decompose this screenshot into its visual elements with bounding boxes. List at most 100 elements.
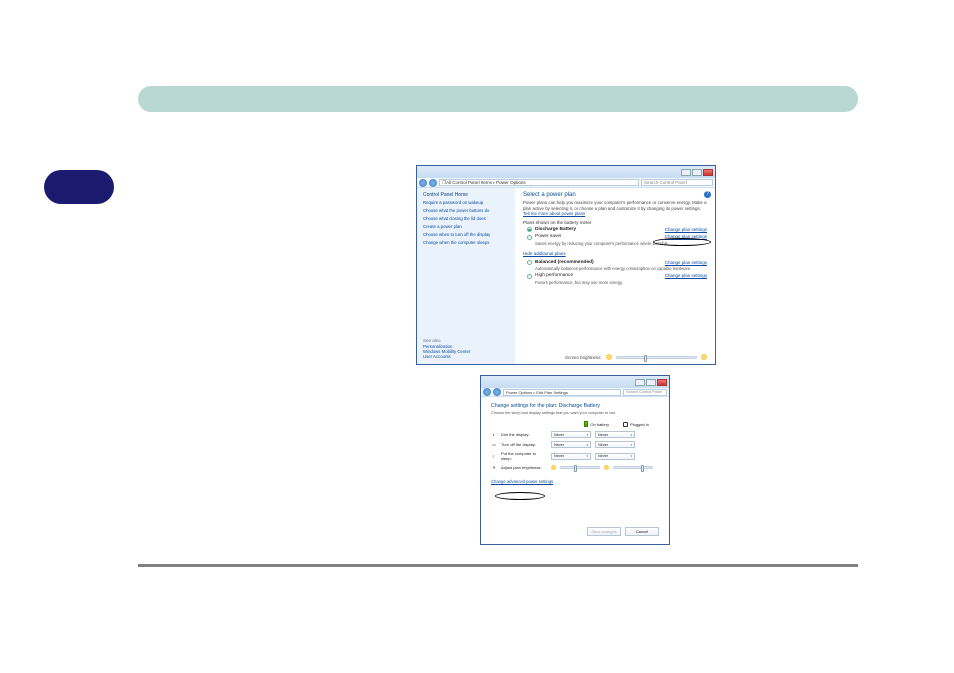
button-row: Save changes Cancel — [587, 527, 659, 536]
search-input[interactable]: Search Control Panel — [623, 389, 667, 396]
hide-additional-plans-link[interactable]: Hide additional plans — [523, 251, 566, 256]
nav-forward-button[interactable] — [429, 179, 437, 187]
slider-thumb[interactable] — [574, 465, 577, 472]
sun-dim-icon — [606, 354, 612, 360]
plan-row-highperf[interactable]: High performance Change plan settings — [527, 273, 707, 279]
plug-icon — [623, 422, 628, 427]
titlebar — [417, 166, 715, 178]
change-plan-settings-link[interactable]: Change plan settings — [665, 260, 707, 265]
sidebar-link[interactable]: Create a power plan — [423, 225, 509, 230]
sleep-icon: ☾ — [491, 453, 497, 459]
sleep-plugged-dropdown[interactable]: Never▾ — [595, 453, 635, 460]
turnoff-plugged-dropdown[interactable]: Never▾ — [595, 441, 635, 448]
brightness-battery-slider[interactable] — [560, 466, 600, 469]
sidebar-link[interactable]: Change when the computer sleeps — [423, 241, 509, 246]
plan-name: Power saver — [535, 234, 562, 239]
sleep-battery-dropdown[interactable]: Never▾ — [551, 453, 591, 460]
setting-row-sleep: ☾ Put the computer to sleep: Never▾ Neve… — [491, 451, 659, 461]
plan-name: High performance — [535, 273, 573, 278]
plan-description: Favors performance, but may use more ene… — [535, 280, 707, 285]
slider-thumb[interactable] — [644, 355, 647, 362]
see-also-link[interactable]: User Accounts — [423, 355, 509, 360]
plans-shown-label: Plans shown on the battery meter — [523, 220, 707, 225]
plan-description: Saves energy by reducing your computer's… — [535, 241, 707, 246]
radio-button[interactable] — [527, 235, 532, 240]
breadcrumb[interactable]: ❐ All Control Panel Items ▸ Power Option… — [439, 179, 639, 186]
minimize-button[interactable] — [635, 379, 645, 386]
chevron-down-icon: ▾ — [630, 433, 632, 437]
slider-thumb[interactable] — [641, 465, 644, 472]
col-battery-label: On battery — [590, 422, 609, 427]
setting-row-turnoff: ▭ Turn off the display: Never▾ Never▾ — [491, 441, 659, 448]
edit-plan-settings-window: Power Options ▸ Edit Plan Settings Searc… — [480, 375, 670, 545]
page-title: Change settings for the plan: Discharge … — [491, 403, 659, 409]
brightness-icon: ☀ — [491, 464, 497, 470]
dim-battery-dropdown[interactable]: Never▾ — [551, 431, 591, 438]
brightness-slider[interactable] — [616, 356, 697, 359]
plan-name: Balanced (recommended) — [535, 260, 594, 265]
sun-dim-icon — [604, 465, 609, 470]
display-off-icon: ▭ — [491, 442, 497, 448]
nav-back-button[interactable] — [483, 388, 491, 396]
setting-label: Turn off the display: — [501, 442, 547, 447]
breadcrumb-segment[interactable]: All Control Panel Items — [446, 180, 492, 185]
sidebar-link[interactable]: Choose when to turn off the display — [423, 233, 509, 238]
sidebar-link[interactable]: Require a password on wakeup — [423, 201, 509, 206]
dropdown-value: Never — [554, 454, 564, 458]
plan-row-balanced[interactable]: Balanced (recommended) Change plan setti… — [527, 260, 707, 266]
plan-row-discharge[interactable]: Discharge Battery Change plan settings — [527, 227, 707, 233]
chevron-right-icon: ▸ — [493, 180, 495, 186]
help-icon[interactable]: ? — [704, 191, 711, 198]
breadcrumb-segment[interactable]: Power Options — [496, 180, 526, 185]
dropdown-value: Never — [598, 433, 608, 437]
setting-label: Dim the display: — [501, 432, 547, 437]
plan-row-powersaver[interactable]: Power saver Change plan settings — [527, 234, 707, 240]
radio-button[interactable] — [527, 227, 532, 232]
setting-row-brightness: ☀ Adjust plan brightness: — [491, 464, 659, 470]
col-plugged-label: Plugged in — [630, 422, 649, 427]
brightness-row: Screen brightness: — [565, 354, 707, 360]
close-button[interactable] — [657, 379, 667, 386]
save-changes-button[interactable]: Save changes — [587, 527, 621, 536]
turnoff-battery-dropdown[interactable]: Never▾ — [551, 441, 591, 448]
radio-button[interactable] — [527, 274, 532, 279]
nav-back-button[interactable] — [419, 179, 427, 187]
page-subtitle: Choose the sleep and display settings th… — [491, 411, 659, 415]
minimize-button[interactable] — [681, 169, 691, 176]
setting-label: Adjust plan brightness: — [501, 465, 547, 470]
sidebar-link[interactable]: Choose what the power buttons do — [423, 209, 509, 214]
maximize-button[interactable] — [692, 169, 702, 176]
sidebar: Control Panel Home Require a password on… — [417, 188, 515, 364]
learn-more-link[interactable]: Tell me more about power plans — [523, 211, 585, 216]
dropdown-value: Never — [554, 433, 564, 437]
nav-forward-button[interactable] — [493, 388, 501, 396]
page-description: Power plans can help you maximize your c… — [523, 200, 707, 217]
close-button[interactable] — [703, 169, 713, 176]
radio-button[interactable] — [527, 260, 532, 265]
change-plan-settings-link[interactable]: Change plan settings — [665, 273, 707, 278]
setting-row-dim: ◐ Dim the display: Never▾ Never▾ — [491, 431, 659, 438]
cancel-button[interactable]: Cancel — [625, 527, 659, 536]
maximize-button[interactable] — [646, 379, 656, 386]
navy-pill — [44, 170, 114, 204]
breadcrumb[interactable]: Power Options ▸ Edit Plan Settings — [503, 389, 621, 396]
change-plan-settings-link[interactable]: Change plan settings — [665, 227, 707, 232]
chevron-down-icon: ▾ — [586, 443, 588, 447]
dim-plugged-dropdown[interactable]: Never ▾ — [595, 431, 635, 438]
breadcrumb-segment[interactable]: Edit Plan Settings — [536, 390, 568, 395]
sidebar-link[interactable]: Choose what closing the lid does — [423, 217, 509, 222]
plan-description: Automatically balances performance with … — [535, 266, 707, 271]
search-placeholder: Search Control Panel — [626, 390, 662, 394]
page-banner — [138, 86, 858, 112]
breadcrumb-segment[interactable]: Power Options — [506, 390, 532, 395]
change-plan-settings-link[interactable]: Change plan settings — [665, 234, 707, 239]
brightness-plugged-slider[interactable] — [613, 466, 653, 469]
chevron-down-icon: ▾ — [630, 454, 632, 458]
chevron-right-icon: ▸ — [533, 390, 535, 395]
sidebar-home[interactable]: Control Panel Home — [423, 192, 509, 198]
change-advanced-link[interactable]: Change advanced power settings — [491, 479, 553, 484]
sun-dim-icon — [551, 465, 556, 470]
main-pane: ? Select a power plan Power plans can he… — [515, 188, 715, 364]
search-input[interactable]: Search Control Panel — [641, 179, 713, 186]
dropdown-value: Never — [598, 443, 608, 447]
